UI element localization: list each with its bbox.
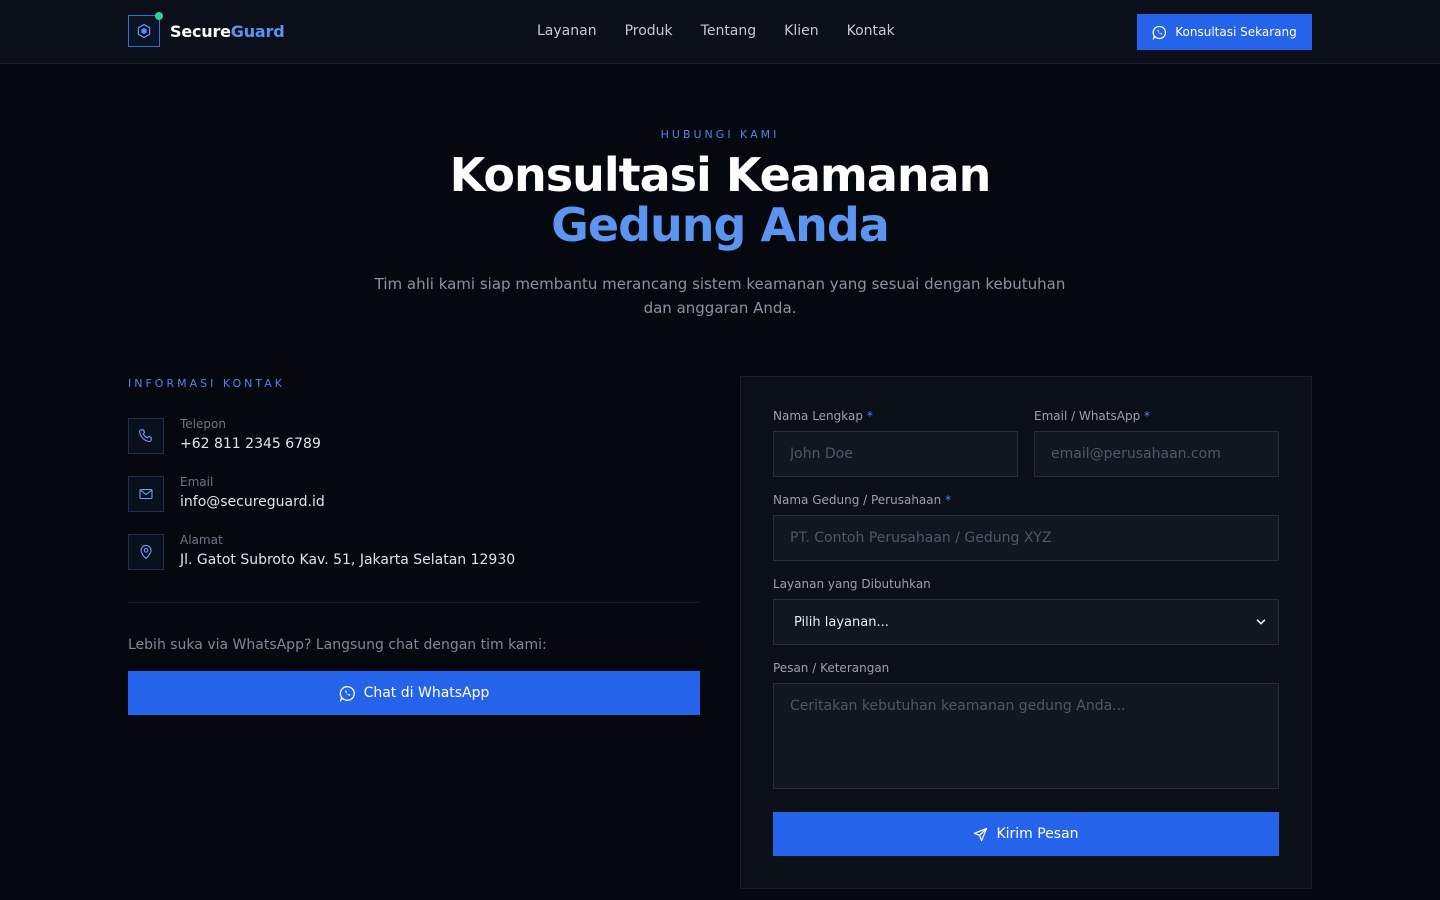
required-mark: * <box>866 409 873 423</box>
page-title: Konsultasi Keamanan Gedung Anda <box>0 150 1440 250</box>
nav-links: Layanan Produk Tentang Klien Kontak <box>537 23 923 39</box>
brand-logo[interactable]: SecureGuard <box>128 12 285 47</box>
service-label: Layanan yang Dibutuhkan <box>773 577 931 591</box>
required-mark: * <box>1144 409 1151 423</box>
required-mark: * <box>945 493 952 507</box>
contact-item-email: Email info@secureguard.id <box>128 475 325 512</box>
email-whatsapp-input[interactable] <box>1034 431 1279 477</box>
chat-whatsapp-button[interactable]: Chat di WhatsApp <box>128 671 700 715</box>
title-line-2: Gedung Anda <box>551 198 890 252</box>
consult-now-button[interactable]: Konsultasi Sekarang <box>1137 14 1312 50</box>
message-textarea[interactable] <box>773 683 1279 789</box>
contact-info-heading: INFORMASI KONTAK <box>128 377 285 390</box>
full-name-label-text: Nama Lengkap <box>773 409 863 423</box>
contact-item-phone: Telepon +62 811 2345 6789 <box>128 417 321 454</box>
full-name-input[interactable] <box>773 431 1018 477</box>
shield-logo-icon <box>128 12 163 47</box>
page-subtitle: Tim ahli kami siap membantu merancang si… <box>374 275 1066 317</box>
service-select[interactable]: Pilih layanan... <box>773 599 1279 645</box>
whatsapp-note: Lebih suka via WhatsApp? Langsung chat d… <box>128 637 547 653</box>
email-whatsapp-label-text: Email / WhatsApp <box>1034 409 1141 423</box>
nav-link-layanan[interactable]: Layanan <box>537 23 597 39</box>
send-icon <box>974 827 988 841</box>
brand-name: SecureGuard <box>170 21 285 41</box>
message-label: Pesan / Keterangan <box>773 661 890 675</box>
building-name-label-text: Nama Gedung / Perusahaan <box>773 493 942 507</box>
nav-link-tentang[interactable]: Tentang <box>701 23 757 39</box>
mail-icon <box>128 476 164 512</box>
brand-name-part1: Secure <box>170 21 231 41</box>
send-message-button[interactable]: Kirim Pesan <box>773 812 1279 856</box>
phone-icon <box>128 418 164 454</box>
building-name-label: Nama Gedung / Perusahaan * <box>773 493 951 507</box>
contact-form: Nama Lengkap * Email / WhatsApp * Nama G… <box>740 376 1312 889</box>
service-select-value: Pilih layanan... <box>794 614 889 630</box>
nav-link-klien[interactable]: Klien <box>784 23 818 39</box>
send-message-label: Kirim Pesan <box>996 826 1079 842</box>
top-navbar: SecureGuard Layanan Produk Tentang Klien… <box>0 0 1440 64</box>
email-whatsapp-label: Email / WhatsApp * <box>1034 409 1150 423</box>
nav-link-produk[interactable]: Produk <box>625 23 673 39</box>
contact-email-label: Email <box>180 475 214 489</box>
contact-address-label: Alamat <box>180 533 223 547</box>
contact-item-address: Alamat Jl. Gatot Subroto Kav. 51, Jakart… <box>128 533 516 570</box>
contact-phone-value[interactable]: +62 811 2345 6789 <box>180 436 321 452</box>
section-eyebrow: HUBUNGI KAMI <box>660 128 780 141</box>
map-pin-icon <box>128 534 164 570</box>
title-line-1: Konsultasi Keamanan <box>449 148 992 202</box>
whatsapp-icon <box>339 685 355 702</box>
full-name-label: Nama Lengkap * <box>773 409 873 423</box>
contact-divider <box>128 602 700 603</box>
brand-name-part2: Guard <box>230 21 285 41</box>
consult-now-label: Konsultasi Sekarang <box>1175 25 1297 39</box>
contact-phone-label: Telepon <box>180 417 226 431</box>
contact-email-value[interactable]: info@secureguard.id <box>180 494 325 510</box>
chevron-down-icon <box>1256 619 1266 625</box>
nav-link-kontak[interactable]: Kontak <box>847 23 895 39</box>
chat-whatsapp-label: Chat di WhatsApp <box>363 685 490 701</box>
contact-address-value: Jl. Gatot Subroto Kav. 51, Jakarta Selat… <box>180 552 516 568</box>
building-name-input[interactable] <box>773 515 1279 561</box>
status-dot <box>155 12 163 20</box>
whatsapp-icon <box>1152 25 1167 40</box>
